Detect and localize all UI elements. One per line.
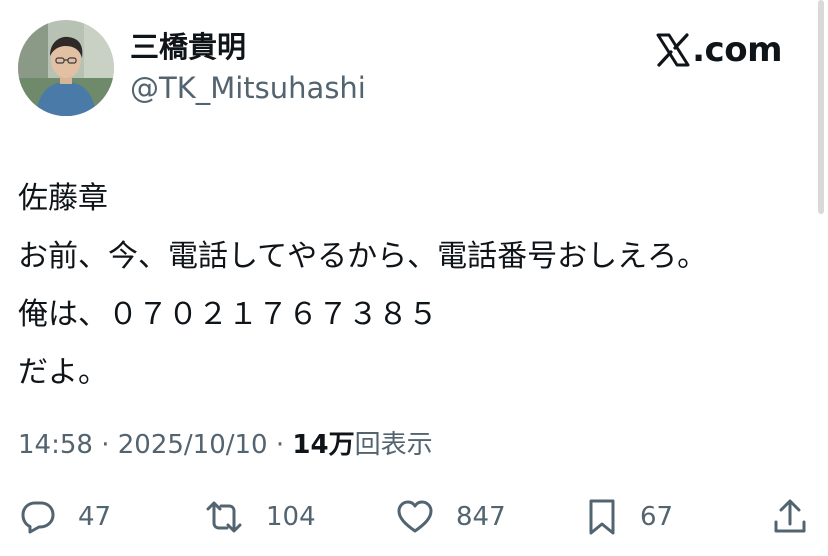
tweet-line: お前、今、電話してやるから、電話番号おしえろ。	[18, 239, 708, 274]
tweet-line: だよ。	[18, 355, 108, 390]
author-block: 三橋貴明 @TK_Mitsuhashi	[130, 30, 366, 104]
meta-separator: ·	[267, 430, 293, 460]
views-label: 回表示	[354, 430, 433, 460]
author-display-name[interactable]: 三橋貴明	[130, 30, 366, 64]
bookmark-button[interactable]: 67	[586, 492, 673, 542]
x-logo-icon	[656, 33, 690, 67]
author-handle[interactable]: @TK_Mitsuhashi	[130, 72, 366, 104]
action-bar: 47 104 847 67	[18, 492, 810, 542]
tweet-date[interactable]: 2025/10/10	[118, 430, 268, 460]
tweet-line: 俺は、０７０２１７６７３８５	[18, 297, 438, 332]
reply-bubble-icon	[21, 501, 55, 534]
share-button[interactable]	[772, 492, 808, 542]
tweet-header: 三橋貴明 @TK_Mitsuhashi .com	[18, 20, 808, 118]
repost-icon	[206, 501, 242, 533]
like-button[interactable]: 847	[396, 492, 506, 542]
meta-separator: ·	[92, 430, 118, 460]
tweet-meta: 14:58 · 2025/10/10 · 14万回表示	[18, 428, 433, 462]
repost-button[interactable]: 104	[204, 492, 316, 542]
views-count: 14万	[292, 430, 355, 460]
heart-icon	[397, 500, 433, 533]
repost-count: 104	[266, 502, 316, 532]
tweet-line: 佐藤章	[18, 181, 108, 216]
reply-button[interactable]: 47	[20, 492, 111, 542]
brand-logo[interactable]: .com	[656, 30, 782, 70]
reply-count: 47	[78, 502, 112, 532]
avatar-photo	[18, 20, 114, 116]
bookmark-icon	[589, 499, 615, 535]
bookmark-count: 67	[640, 502, 674, 532]
tweet-card: 三橋貴明 @TK_Mitsuhashi .com 佐藤章 お前、今、電話してやる…	[0, 0, 828, 556]
like-count: 847	[456, 502, 506, 532]
tweet-time[interactable]: 14:58	[18, 430, 93, 460]
tweet-text: 佐藤章 お前、今、電話してやるから、電話番号おしえろ。 俺は、０７０２１７６７３…	[18, 170, 808, 402]
scrollbar[interactable]	[818, 0, 824, 214]
share-upload-icon	[774, 499, 806, 533]
brand-domain: .com	[692, 30, 782, 70]
avatar[interactable]	[18, 20, 114, 116]
